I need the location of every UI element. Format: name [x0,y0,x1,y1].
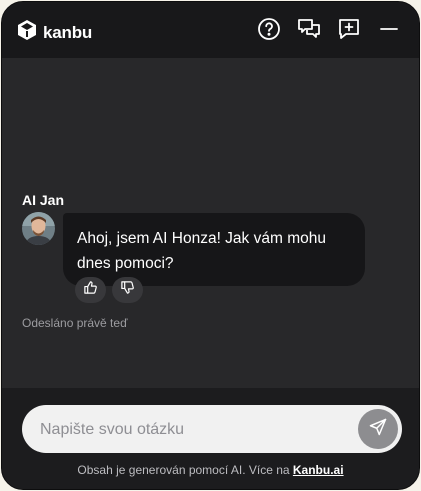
disclaimer-text: Obsah je generován pomocí AI. Více na [77,463,293,477]
kanbu-logo-icon [17,19,37,46]
send-icon [368,417,388,442]
kanbu-link[interactable]: Kanbu.ai [293,463,344,477]
conversations-icon [297,17,321,46]
message-area: AI Jan Ahoj, jsem AI Honza! Jak vám mohu… [2,58,419,388]
message-bubble: Ahoj, jsem AI Honza! Jak vám mohu dnes p… [63,213,365,286]
new-chat-button[interactable] [336,18,362,44]
chat-header: kanbu [2,2,419,58]
avatar [22,212,55,245]
minimize-icon [378,18,400,45]
minimize-button[interactable] [376,18,402,44]
conversations-button[interactable] [296,18,322,44]
help-button[interactable] [256,17,282,46]
thumbs-down-button[interactable] [112,277,143,303]
brand-name: kanbu [43,22,93,42]
thumbs-down-icon [120,280,135,300]
chat-widget: kanbu AI Jan Ahoj, jsem AI Honza! Jak vá… [1,1,420,490]
thumbs-up-icon [83,280,98,300]
composer [22,405,402,455]
thumbs-up-button[interactable] [75,277,106,303]
new-chat-icon [337,17,361,46]
help-icon [257,17,281,46]
ai-disclaimer: Obsah je generován pomocí AI. Více na Ka… [2,463,419,477]
brand: kanbu [17,19,92,46]
question-input[interactable] [38,405,352,455]
message-status: Odesláno právě teď [22,316,128,330]
send-button[interactable] [358,409,398,449]
composer-area: Obsah je generován pomocí AI. Více na Ka… [2,388,419,489]
sender-name: AI Jan [22,192,65,208]
